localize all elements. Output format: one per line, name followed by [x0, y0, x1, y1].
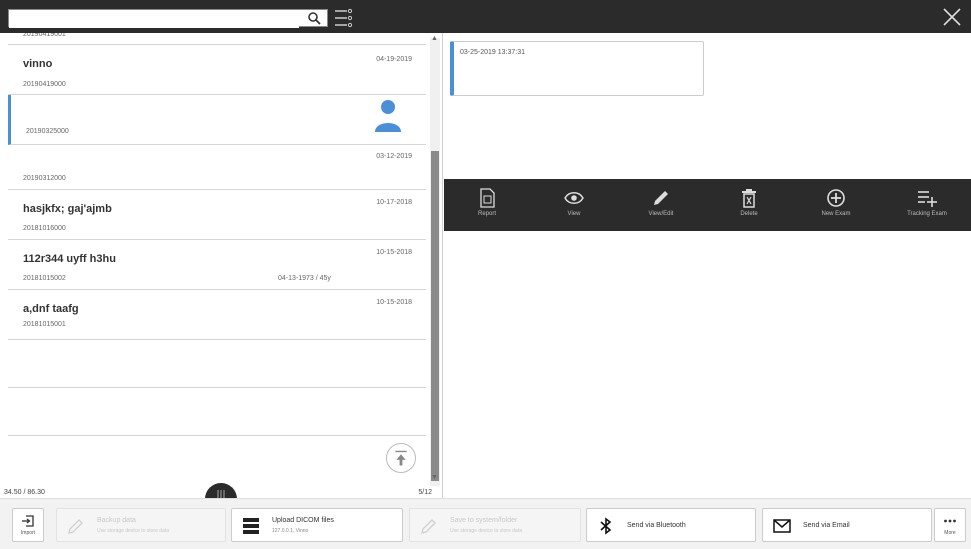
scroll-up-arrow-icon[interactable]: ▲ [431, 35, 438, 42]
bluetooth-icon [600, 517, 612, 535]
send-bluetooth-button[interactable]: Send via Bluetooth [586, 508, 756, 542]
app-window: 20190419001 vinno 04-19-2019 20190419000… [0, 0, 971, 549]
pencil-disabled-icon [68, 519, 83, 534]
eye-icon [564, 192, 584, 204]
exam-datetime: 03-25-2019 13:37:31 [460, 49, 525, 56]
list-item[interactable]: a,dnf taafg 10-15-2018 20181015001 [8, 290, 426, 340]
backup-data-button[interactable]: Backup data Use storage device to store … [56, 508, 226, 542]
email-label: Send via Email [803, 522, 850, 529]
patient-id: 20190419000 [23, 81, 66, 88]
action-label: New Exam [821, 211, 851, 217]
list-item[interactable]: hasjkfx; gaj'ajmb 10-17-2018 20181016000 [8, 190, 426, 240]
exam-date: 10-15-2018 [376, 249, 412, 256]
bluetooth-label: Send via Bluetooth [627, 522, 686, 529]
import-label: Import [20, 530, 36, 536]
scrollbar-thumb[interactable] [431, 151, 439, 481]
patient-name: vinno [23, 58, 53, 70]
upload-dicom-sublabel: 127.0.0.1, Vinno [272, 528, 309, 534]
patient-name: hasjkfx; gaj'ajmb [23, 203, 112, 215]
backup-label: Backup data [97, 517, 136, 524]
import-icon [22, 515, 34, 527]
list-scrollbar[interactable] [430, 38, 440, 486]
action-label: View/Edit [648, 211, 674, 217]
new-exam-button[interactable]: New Exam [801, 179, 871, 231]
scroll-to-top-button[interactable] [386, 443, 416, 473]
filter-list-icon[interactable] [333, 7, 353, 29]
exam-panel: 03-25-2019 13:37:31 Report View View/Edi… [444, 33, 971, 498]
patient-list-panel: 20190419001 vinno 04-19-2019 20190419000… [0, 33, 443, 501]
envelope-icon [773, 519, 791, 533]
action-label: Delete [740, 211, 758, 217]
bottom-toolbar: Import Backup data Use storage device to… [0, 498, 971, 549]
exam-date: 04-19-2019 [376, 56, 412, 63]
close-icon[interactable] [941, 6, 963, 28]
exam-action-bar: Report View View/Edit Delete New Exam Tr… [444, 179, 971, 231]
plus-circle-icon [827, 189, 845, 207]
scroll-down-arrow-icon[interactable]: ▼ [431, 474, 438, 481]
exam-card[interactable]: 03-25-2019 13:37:31 [450, 41, 704, 96]
patient-id: 20181016000 [23, 225, 66, 232]
trash-icon [742, 189, 756, 208]
action-label: View [567, 211, 581, 217]
tracking-exam-button[interactable]: Tracking Exam [892, 179, 962, 231]
patient-id: 20190419001 [23, 33, 66, 38]
action-label: Tracking Exam [907, 211, 947, 217]
upload-dicom-label: Upload DICOM files [272, 517, 334, 524]
save-sublabel: Use storage device to store data [450, 528, 522, 534]
patient-id: 20190312000 [23, 175, 66, 182]
patient-id: 20190325000 [26, 128, 69, 135]
import-button[interactable]: Import [12, 508, 44, 542]
list-item[interactable]: vinno 04-19-2019 20190419000 [8, 45, 426, 95]
list-item-selected[interactable]: 20190325000 [8, 95, 426, 145]
delete-button[interactable]: Delete [714, 179, 784, 231]
pencil-disabled-icon [421, 519, 436, 534]
view-edit-button[interactable]: View/Edit [626, 179, 696, 231]
search-box[interactable] [8, 9, 328, 28]
more-label: More [944, 530, 956, 536]
exam-date: 10-15-2018 [376, 299, 412, 306]
page-count: 5/12 [418, 489, 432, 496]
list-item-empty [8, 436, 426, 483]
top-bar [0, 0, 971, 33]
upload-dicom-button[interactable]: Upload DICOM files 127.0.0.1, Vinno [231, 508, 403, 542]
exam-date: 10-17-2018 [376, 199, 412, 206]
report-icon [480, 188, 495, 208]
server-icon [243, 518, 259, 534]
backup-sublabel: Use storage device to store data [97, 528, 169, 534]
list-item[interactable]: 03-12-2019 20190312000 [8, 145, 426, 190]
patient-name: a,dnf taafg [23, 303, 79, 315]
view-button[interactable]: View [539, 179, 609, 231]
list-plus-icon [918, 191, 937, 207]
storage-usage: 34.50 / 86.30 [4, 489, 45, 496]
send-email-button[interactable]: Send via Email [762, 508, 932, 542]
list-item[interactable]: 112r344 uyff h3hu 10-15-2018 04-13-1973 … [8, 240, 426, 290]
list-item-empty [8, 340, 426, 388]
search-icon[interactable] [307, 11, 321, 25]
more-button[interactable]: More [934, 508, 966, 542]
exam-date: 03-12-2019 [376, 153, 412, 160]
more-dots-icon [944, 519, 956, 523]
list-item-empty [8, 388, 426, 436]
patient-list[interactable]: 20190419001 vinno 04-19-2019 20190419000… [0, 33, 428, 483]
avatar-icon [375, 100, 401, 132]
pencil-icon [654, 191, 668, 205]
arrow-up-to-top-icon [395, 450, 407, 466]
report-button[interactable]: Report [452, 179, 522, 231]
list-item[interactable]: 20190419001 [8, 33, 426, 45]
patient-id: 20181015002 [23, 275, 66, 282]
birth-date-age: 04-13-1973 / 45y [278, 275, 331, 282]
save-to-system-button[interactable]: Save to system/folder Use storage device… [409, 508, 581, 542]
action-label: Report [477, 211, 496, 217]
search-input[interactable] [9, 12, 299, 28]
save-label: Save to system/folder [450, 517, 518, 524]
patient-name: 112r344 uyff h3hu [23, 253, 116, 265]
patient-id: 20181015001 [23, 321, 66, 328]
